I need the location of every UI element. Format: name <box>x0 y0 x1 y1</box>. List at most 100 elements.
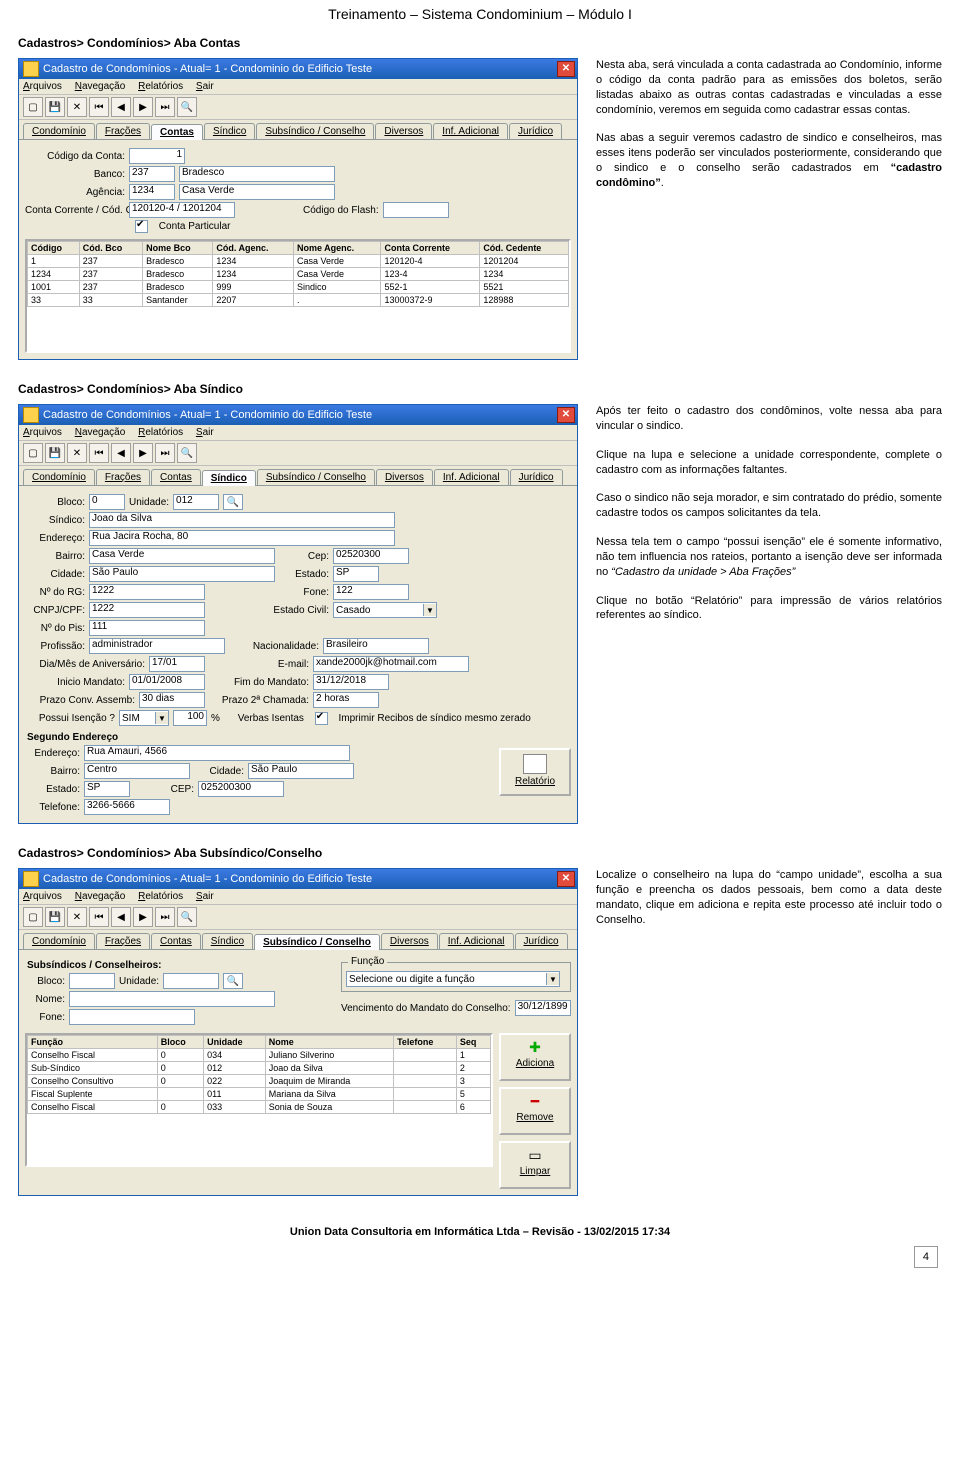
input-agencia-nome[interactable]: Casa Verde <box>179 184 335 200</box>
menu-navegacao[interactable]: Navegação <box>75 891 126 902</box>
tab-fracoes[interactable]: Frações <box>96 933 150 949</box>
input-cep2[interactable]: 025200300 <box>198 781 284 797</box>
input-nacionalidade[interactable]: Brasileiro <box>323 638 429 654</box>
menu-sair[interactable]: Sair <box>196 81 214 92</box>
input-cnpj-cpf[interactable]: 1222 <box>89 602 205 618</box>
tb-delete[interactable]: ✕ <box>67 97 87 117</box>
limpar-button[interactable]: ▭Limpar <box>499 1141 571 1189</box>
tab-contas[interactable]: Contas <box>151 124 203 140</box>
input-unidade[interactable] <box>163 973 219 989</box>
tb-save[interactable]: 💾 <box>45 907 65 927</box>
input-venc-mandato[interactable]: 30/12/1899 <box>515 1000 571 1016</box>
tab-subsindico-conselho[interactable]: Subsíndico / Conselho <box>257 469 375 485</box>
menu-relatorios[interactable]: Relatórios <box>138 891 183 902</box>
checkbox-conta-particular[interactable] <box>135 220 148 233</box>
combo-estado-civil[interactable]: Casado▼ <box>333 602 437 618</box>
menubar[interactable]: Arquivos Navegação Relatórios Sair <box>19 889 577 905</box>
tab-diversos[interactable]: Diversos <box>376 469 433 485</box>
table-row[interactable]: 1234237Bradesco1234Casa Verde123-41234 <box>28 268 569 281</box>
tb-next[interactable]: ▶ <box>133 97 153 117</box>
input-isencao-pct[interactable]: 100 <box>173 710 207 726</box>
input-endereco2[interactable]: Rua Amauri, 4566 <box>84 745 350 761</box>
magnifier-icon[interactable]: 🔍 <box>223 494 243 510</box>
magnifier-icon[interactable]: 🔍 <box>223 973 243 989</box>
input-bairro[interactable]: Casa Verde <box>89 548 275 564</box>
input-conta-corrente[interactable]: 120120-4 / 1201204 <box>129 202 235 218</box>
tb-prev[interactable]: ◀ <box>111 907 131 927</box>
checkbox-recibo-zerado[interactable] <box>315 712 328 725</box>
tb-prev[interactable]: ◀ <box>111 443 131 463</box>
table-row[interactable]: Conselho Consultivo0022Joaquim de Mirand… <box>28 1075 491 1088</box>
menubar[interactable]: Arquivos Navegação Relatórios Sair <box>19 425 577 441</box>
tb-delete[interactable]: ✕ <box>67 907 87 927</box>
tab-condominio[interactable]: Condomínio <box>23 123 95 139</box>
tab-condominio[interactable]: Condomínio <box>23 933 95 949</box>
input-cidade[interactable]: São Paulo <box>89 566 275 582</box>
titlebar[interactable]: Cadastro de Condomínios - Atual= 1 - Con… <box>19 405 577 425</box>
input-sindico[interactable]: Joao da Silva <box>89 512 395 528</box>
input-cep[interactable]: 02520300 <box>333 548 409 564</box>
input-cidade2[interactable]: São Paulo <box>248 763 354 779</box>
tb-last[interactable]: ⏭ <box>155 443 175 463</box>
input-nome[interactable] <box>69 991 275 1007</box>
input-prazo-2chamada[interactable]: 2 horas <box>313 692 379 708</box>
input-fone[interactable] <box>69 1009 195 1025</box>
input-estado[interactable]: SP <box>333 566 379 582</box>
tb-first[interactable]: ⏮ <box>89 97 109 117</box>
input-codigo-flash[interactable] <box>383 202 449 218</box>
tb-delete[interactable]: ✕ <box>67 443 87 463</box>
table-conselho[interactable]: Função Bloco Unidade Nome Telefone Seq C… <box>27 1035 491 1114</box>
input-agencia[interactable]: 1234 <box>129 184 175 200</box>
relatorio-button[interactable]: Relatório <box>499 748 571 796</box>
tb-next[interactable]: ▶ <box>133 907 153 927</box>
tab-sindico[interactable]: Síndico <box>204 123 255 139</box>
menu-relatorios[interactable]: Relatórios <box>138 81 183 92</box>
table-row[interactable]: 1237Bradesco1234Casa Verde120120-4120120… <box>28 255 569 268</box>
table-row[interactable]: Conselho Fiscal0034Juliano Silverino1 <box>28 1049 491 1062</box>
input-pis[interactable]: 111 <box>89 620 205 636</box>
tb-first[interactable]: ⏮ <box>89 907 109 927</box>
tab-subsindico-conselho[interactable]: Subsíndico / Conselho <box>256 123 374 139</box>
tab-inf-adicional[interactable]: Inf. Adicional <box>439 933 514 949</box>
menu-relatorios[interactable]: Relatórios <box>138 427 183 438</box>
close-icon[interactable]: ✕ <box>557 61 575 77</box>
tab-condominio[interactable]: Condomínio <box>23 469 95 485</box>
table-row[interactable]: Fiscal Suplente011Mariana da Silva5 <box>28 1088 491 1101</box>
menu-navegacao[interactable]: Navegação <box>75 81 126 92</box>
tb-search[interactable]: 🔍 <box>177 97 197 117</box>
tab-inf-adicional[interactable]: Inf. Adicional <box>433 123 508 139</box>
input-bloco[interactable]: 0 <box>89 494 125 510</box>
titlebar[interactable]: Cadastro de Condomínios - Atual= 1 - Con… <box>19 869 577 889</box>
menu-sair[interactable]: Sair <box>196 427 214 438</box>
input-fone[interactable]: 122 <box>333 584 409 600</box>
tb-new[interactable]: ▢ <box>23 443 43 463</box>
menu-sair[interactable]: Sair <box>196 891 214 902</box>
input-codigo-conta[interactable]: 1 <box>129 148 185 164</box>
table-contas[interactable]: Código Cód. Bco Nome Bco Cód. Agenc. Nom… <box>27 241 569 307</box>
tb-search[interactable]: 🔍 <box>177 907 197 927</box>
tb-last[interactable]: ⏭ <box>155 907 175 927</box>
input-rg[interactable]: 1222 <box>89 584 205 600</box>
titlebar[interactable]: Cadastro de Condomínios - Atual= 1 - Con… <box>19 59 577 79</box>
tb-search[interactable]: 🔍 <box>177 443 197 463</box>
tab-fracoes[interactable]: Frações <box>96 469 150 485</box>
tab-contas[interactable]: Contas <box>151 933 201 949</box>
input-profissao[interactable]: administrador <box>89 638 225 654</box>
table-row[interactable]: Sub-Síndico0012Joao da Silva2 <box>28 1062 491 1075</box>
table-row[interactable]: 1001237Bradesco999Sindico552-15521 <box>28 281 569 294</box>
input-bairro2[interactable]: Centro <box>84 763 190 779</box>
tb-new[interactable]: ▢ <box>23 907 43 927</box>
tab-sindico[interactable]: Síndico <box>202 933 253 949</box>
tab-sindico[interactable]: Síndico <box>202 470 256 486</box>
menu-navegacao[interactable]: Navegação <box>75 427 126 438</box>
tab-diversos[interactable]: Diversos <box>381 933 438 949</box>
close-icon[interactable]: ✕ <box>557 871 575 887</box>
remove-button[interactable]: ━Remove <box>499 1087 571 1135</box>
input-fim-mandato[interactable]: 31/12/2018 <box>313 674 389 690</box>
table-row[interactable]: Conselho Fiscal0033Sonia de Souza6 <box>28 1101 491 1114</box>
tab-subsindico-conselho[interactable]: Subsíndico / Conselho <box>254 934 380 950</box>
close-icon[interactable]: ✕ <box>557 407 575 423</box>
tab-fracoes[interactable]: Frações <box>96 123 150 139</box>
tb-save[interactable]: 💾 <box>45 97 65 117</box>
input-aniversario[interactable]: 17/01 <box>149 656 205 672</box>
